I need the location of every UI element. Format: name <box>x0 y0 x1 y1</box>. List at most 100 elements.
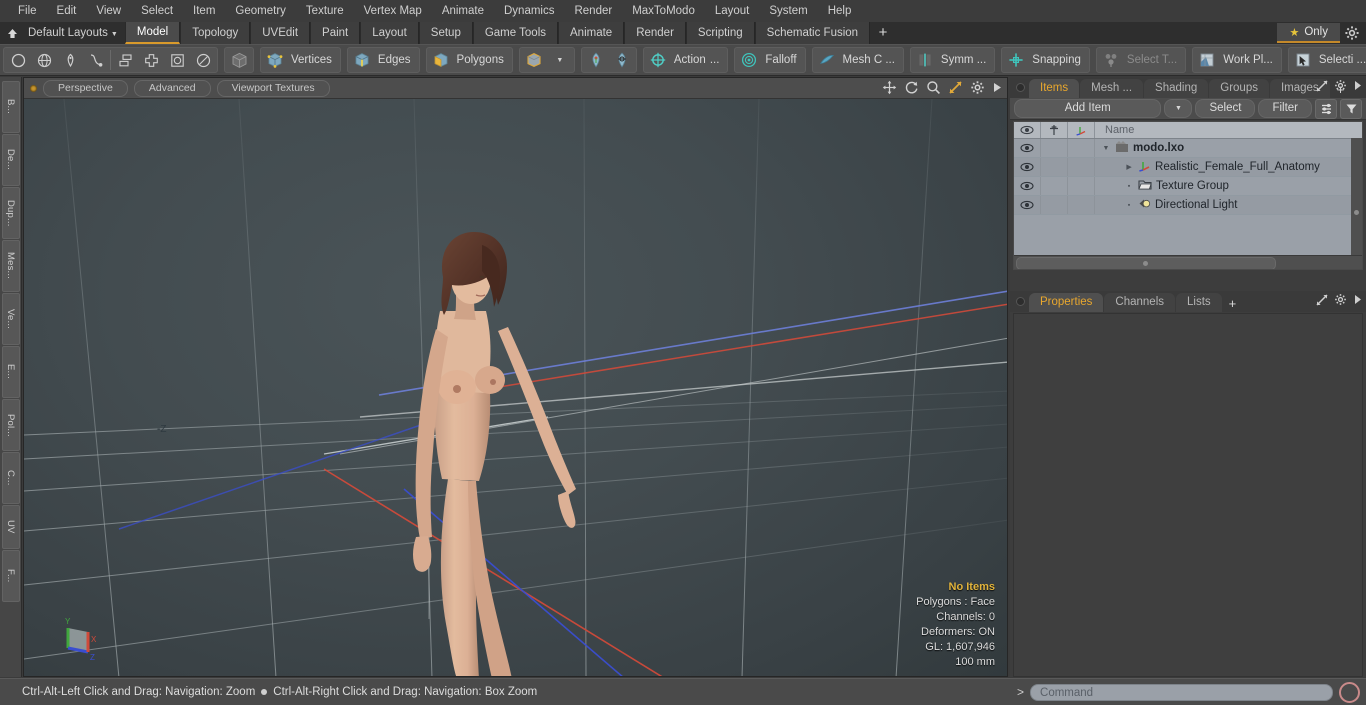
axis-toggle[interactable] <box>1068 158 1095 176</box>
play-icon[interactable] <box>1353 80 1362 94</box>
select-through-group[interactable]: Select T... <box>1095 47 1187 73</box>
only-toggle-button[interactable]: ★ Only <box>1277 23 1340 43</box>
scrollbar-thumb[interactable] <box>1016 257 1276 269</box>
visibility-toggle[interactable] <box>1014 139 1041 157</box>
menu-item-help[interactable]: Help <box>818 0 862 22</box>
viewport-tab-advanced[interactable]: Advanced <box>133 79 211 97</box>
menu-item-maxtomodo[interactable]: MaxToModo <box>622 0 705 22</box>
gear-icon[interactable] <box>1334 293 1347 309</box>
item-tree-horizontal-scrollbar[interactable] <box>1014 255 1362 269</box>
left-tool-tab-8[interactable]: UV <box>1 505 20 549</box>
layout-tab-model[interactable]: Model <box>124 22 181 44</box>
menu-item-geometry[interactable]: Geometry <box>225 0 296 22</box>
item-tree-vertical-scrollbar[interactable] <box>1351 138 1362 256</box>
item-tree-row[interactable]: ▪ Texture Group <box>1014 177 1362 196</box>
funnel-icon[interactable] <box>1340 98 1362 119</box>
selection-mode-edges[interactable]: Edges <box>346 47 420 73</box>
add-properties-tab-button[interactable]: + <box>1223 296 1243 312</box>
layout-tab-topology[interactable]: Topology <box>180 22 251 44</box>
lock-toggle[interactable] <box>1041 177 1068 195</box>
menu-item-vertex-map[interactable]: Vertex Map <box>354 0 432 22</box>
left-tool-tab-0[interactable]: B... <box>1 81 20 133</box>
item-cube-icon[interactable] <box>521 48 547 72</box>
menu-item-select[interactable]: Select <box>131 0 183 22</box>
lock-toggle[interactable] <box>1041 158 1068 176</box>
menu-item-view[interactable]: View <box>86 0 131 22</box>
panel-tab-groups[interactable]: Groups <box>1209 79 1269 98</box>
menu-item-dynamics[interactable]: Dynamics <box>494 0 564 22</box>
axis-gizmo[interactable]: Y X Z <box>54 614 106 664</box>
list-options-icon[interactable] <box>1315 98 1337 119</box>
command-input[interactable]: Command <box>1030 683 1333 701</box>
curve-icon[interactable] <box>83 48 109 72</box>
select-button[interactable]: Select <box>1195 99 1256 118</box>
layout-tab-setup[interactable]: Setup <box>418 22 473 44</box>
expand-icon[interactable] <box>1316 79 1328 95</box>
lock-toggle[interactable] <box>1041 139 1068 157</box>
play-icon[interactable] <box>1353 294 1362 308</box>
cube-icon[interactable] <box>226 48 252 72</box>
left-tool-tab-7[interactable]: C... <box>1 452 20 504</box>
axis-toggle[interactable] <box>1068 196 1095 214</box>
zoom-icon[interactable] <box>926 80 941 98</box>
panel-dot[interactable] <box>1016 83 1025 92</box>
box-outline-icon[interactable] <box>164 48 190 72</box>
expand-icon[interactable] <box>1316 293 1328 309</box>
menu-item-layout[interactable]: Layout <box>705 0 760 22</box>
viewport-tab-perspective[interactable]: Perspective <box>43 79 128 97</box>
gear-icon[interactable] <box>1334 79 1347 95</box>
play-icon[interactable] <box>992 81 1003 97</box>
menu-item-render[interactable]: Render <box>564 0 622 22</box>
move-icon[interactable] <box>882 80 897 98</box>
selection-set-group[interactable]: Selecti ... <box>1287 47 1366 73</box>
properties-tab-channels[interactable]: Channels <box>1104 293 1176 312</box>
expand-arrow-icon[interactable]: ▼ <box>1101 145 1111 152</box>
left-tool-tab-5[interactable]: E... <box>1 346 20 398</box>
layout-tab-animate[interactable]: Animate <box>558 22 625 44</box>
visibility-toggle[interactable] <box>1014 196 1041 214</box>
viewport-scene[interactable]: -Z No Items Polygons: Face Channels: 0 … <box>24 99 1007 677</box>
left-tool-tab-6[interactable]: Pol... <box>1 399 20 451</box>
menu-item-edit[interactable]: Edit <box>47 0 87 22</box>
left-tool-tab-2[interactable]: Dup... <box>1 187 20 239</box>
panel-tab-mesh-[interactable]: Mesh ... <box>1080 79 1144 98</box>
filter-button[interactable]: Filter <box>1258 99 1312 118</box>
visibility-toggle[interactable] <box>1014 177 1041 195</box>
item-tree-label[interactable]: ▼ modo.lxo <box>1095 140 1362 156</box>
menu-item-file[interactable]: File <box>8 0 47 22</box>
rotate-icon[interactable] <box>904 80 919 98</box>
layout-tab-scripting[interactable]: Scripting <box>685 22 755 44</box>
center-icon[interactable] <box>583 48 609 72</box>
axis-toggle[interactable] <box>1068 177 1095 195</box>
layout-tab-render[interactable]: Render <box>624 22 686 44</box>
add-item-button[interactable]: Add Item <box>1014 99 1162 118</box>
ellipse-icon[interactable] <box>190 48 216 72</box>
layout-tab-uvedit[interactable]: UVEdit <box>250 22 311 44</box>
panel-tab-items[interactable]: Items <box>1029 79 1080 98</box>
axis-toggle[interactable] <box>1068 139 1095 157</box>
cross-icon[interactable] <box>138 48 164 72</box>
left-tool-tab-1[interactable]: De... <box>1 134 20 186</box>
left-tool-tab-4[interactable]: Ve... <box>1 293 20 345</box>
item-tree-row[interactable]: ▶ Realistic_Female_Full_Anatomy <box>1014 158 1362 177</box>
selection-mode-vertices[interactable]: Vertices <box>260 47 341 73</box>
menu-item-texture[interactable]: Texture <box>296 0 354 22</box>
menu-item-item[interactable]: Item <box>183 0 225 22</box>
chevron-down-icon[interactable]: ▼ <box>547 48 573 72</box>
falloff-group[interactable]: Falloff <box>734 47 806 73</box>
gear-icon[interactable] <box>1344 25 1362 43</box>
stack-icon[interactable] <box>112 48 138 72</box>
character-mesh[interactable] <box>24 99 1007 677</box>
panel-tab-shading[interactable]: Shading <box>1144 79 1209 98</box>
home-icon[interactable] <box>0 23 24 43</box>
lock-toggle[interactable] <box>1041 196 1068 214</box>
action-center-group[interactable]: Action ... <box>642 47 729 73</box>
menu-item-animate[interactable]: Animate <box>432 0 494 22</box>
item-tree-label[interactable]: ▶ Realistic_Female_Full_Anatomy <box>1095 159 1362 175</box>
properties-tab-lists[interactable]: Lists <box>1176 293 1222 312</box>
active-viewport-dot[interactable] <box>30 84 37 92</box>
selection-mode-polygons[interactable]: Polygons <box>425 47 513 73</box>
add-layout-tab-button[interactable]: + <box>870 22 897 44</box>
item-tree-label[interactable]: ▪ Directional Light <box>1095 198 1362 213</box>
properties-tab-properties[interactable]: Properties <box>1029 293 1104 312</box>
